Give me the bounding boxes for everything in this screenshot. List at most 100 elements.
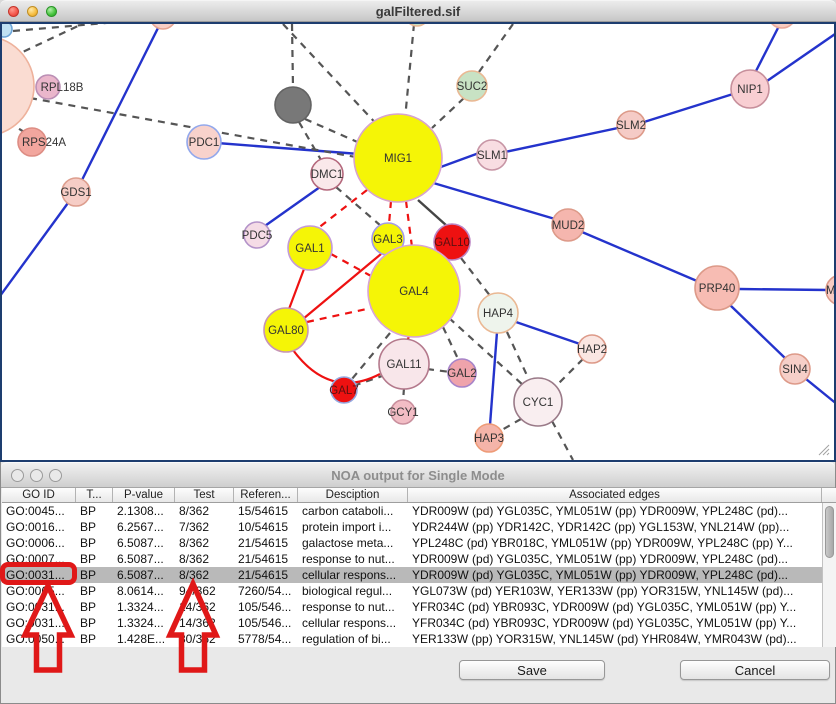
edge-pd-dashed [12, 25, 80, 57]
table-row[interactable]: GO:0045...BP2.1308...8/36215/54615carbon… [2, 503, 822, 519]
table-row-selected[interactable]: GO:0031...BP6.5087...8/36221/54615cellul… [2, 567, 822, 583]
edge-red [289, 269, 304, 309]
table-row[interactable]: GO:0050...BP1.428E...80/3625778/54...reg… [2, 631, 822, 647]
edge-pp-blue [262, 187, 320, 228]
node-cut-node-topleft[interactable] [0, 22, 12, 37]
table-row[interactable]: GO:0006...BP6.5087...8/36221/54615galact… [2, 535, 822, 551]
cell-go-id: GO:0016... [2, 519, 76, 535]
table-row[interactable]: GO:0016...BP6.2567...7/36210/54615protei… [2, 519, 822, 535]
node-label-nip1: NIP1 [737, 84, 763, 96]
graph-window-titlebar[interactable]: galFiltered.sif [0, 0, 836, 22]
edge-pd-dashed [552, 421, 573, 460]
node-gray-node[interactable] [275, 87, 311, 123]
edge-pd-dashed [299, 122, 321, 160]
cell-go-id: GO:0045... [2, 503, 76, 519]
cell-go-id: GO:0006... [2, 535, 76, 551]
cell-test: 8/362 [175, 567, 234, 583]
edge-red-dashed [331, 254, 371, 276]
cell-description: carbon cataboli... [298, 503, 408, 519]
node-label-slm1: SLM1 [477, 150, 507, 162]
node-cut-node-topright[interactable] [768, 22, 796, 28]
cell-go-id: GO:0031... [2, 599, 76, 615]
column-header-t[interactable]: T... [76, 488, 113, 502]
cell-p-value: 8.0614... [113, 583, 175, 599]
node-large-pink-node[interactable] [0, 36, 34, 136]
cell-test: 8/362 [175, 503, 234, 519]
cell-edges: YER133W (pp) YOR315W, YNL145W (pd) YHR08… [408, 631, 822, 647]
scrollbar-thumb[interactable] [825, 506, 834, 558]
cell-type: BP [76, 583, 113, 599]
column-header-p-value[interactable]: P-value [113, 488, 175, 502]
node-cut-node-top-green[interactable] [405, 22, 429, 26]
node-label-suc2: SUC2 [457, 81, 488, 93]
cell-test: 94/362 [175, 583, 234, 599]
noa-window-titlebar[interactable]: NOA output for Single Mode [1, 462, 835, 488]
cell-reference: 21/54615 [234, 535, 298, 551]
edge-pp-blue [516, 322, 580, 344]
cell-description: response to nut... [298, 551, 408, 567]
cell-go-id: GO:0065... [2, 583, 76, 599]
table-row[interactable]: GO:0007...BP6.5087...8/36221/54615respon… [2, 551, 822, 567]
cell-go-id: GO:0031... [2, 615, 76, 631]
table-row[interactable]: GO:0031...BP1.3324...14/362105/546...cel… [2, 615, 822, 631]
cancel-button[interactable]: Cancel [680, 660, 830, 680]
edge-pd-dashed [461, 258, 491, 297]
cell-reference: 105/546... [234, 615, 298, 631]
cell-reference: 21/54615 [234, 567, 298, 583]
cell-p-value: 1.3324... [113, 615, 175, 631]
cell-edges: YFR034C (pd) YBR093C, YDR009W (pd) YGL03… [408, 615, 822, 631]
cell-p-value: 1.3324... [113, 599, 175, 615]
network-canvas[interactable]: RPL18BRPS24AGDS1PDC1DMC1MIG1SUC2SLM1SLM2… [0, 22, 836, 462]
cell-edges: YFR034C (pd) YBR093C, YDR009W (pd) YGL03… [408, 599, 822, 615]
cell-type: BP [76, 503, 113, 519]
edge-pp-blue [806, 379, 836, 405]
table-row[interactable]: GO:0065...BP8.0614...94/3627260/54...bio… [2, 583, 822, 599]
node-label-pdc1: PDC1 [189, 137, 220, 149]
cell-go-id: GO:0031... [2, 567, 76, 583]
cell-description: galactose meta... [298, 535, 408, 551]
cell-type: BP [76, 535, 113, 551]
cell-p-value: 6.5087... [113, 551, 175, 567]
table-row[interactable]: GO:0031...BP1.3324...14/362105/546...res… [2, 599, 822, 615]
cell-type: BP [76, 567, 113, 583]
node-label-hap4: HAP4 [483, 308, 514, 320]
save-button[interactable]: Save [459, 660, 605, 680]
column-header-referen[interactable]: Referen... [234, 488, 298, 502]
edge-pp-blue [756, 26, 779, 71]
cell-test: 14/362 [175, 615, 234, 631]
cell-type: BP [76, 551, 113, 567]
cell-reference: 10/54615 [234, 519, 298, 535]
cell-description: regulation of bi... [298, 631, 408, 647]
cell-p-value: 6.2567... [113, 519, 175, 535]
cell-edges: YDR009W (pd) YGL035C, YML051W (pp) YDR00… [408, 567, 822, 583]
node-label-slm2: SLM2 [616, 120, 646, 132]
edge-pp-blue [490, 332, 497, 425]
edge-pd-dashed [479, 24, 513, 72]
node-label-rpl18b: RPL18B [41, 82, 84, 94]
edge-pd-dashed [443, 327, 459, 361]
cell-description: protein import i... [298, 519, 408, 535]
cell-reference: 7260/54... [234, 583, 298, 599]
graph-window: galFiltered.sif RPL18BRPS24AGDS1PDC1DMC1… [0, 0, 836, 462]
column-header-desciption[interactable]: Desciption [298, 488, 408, 502]
cell-go-id: GO:0007... [2, 551, 76, 567]
edge-pp-blue [430, 182, 555, 219]
column-header-test[interactable]: Test [175, 488, 234, 502]
node-label-sin4: SIN4 [782, 364, 808, 376]
edge-pp-blue [76, 22, 163, 192]
edge-pd-dashed [356, 375, 385, 385]
cell-p-value: 2.1308... [113, 503, 175, 519]
node-label-gal80: GAL80 [268, 325, 304, 337]
edge-pp-blue [505, 128, 618, 152]
cell-reference: 15/54615 [234, 503, 298, 519]
node-cut-node-top[interactable] [150, 22, 176, 29]
resize-grip[interactable] [819, 445, 832, 458]
table-scrollbar[interactable] [822, 503, 836, 647]
cell-type: BP [76, 519, 113, 535]
network-graph: RPL18BRPS24AGDS1PDC1DMC1MIG1SUC2SLM1SLM2… [0, 22, 836, 462]
edge-pp-blue [767, 32, 836, 81]
node-label-pdc5: PDC5 [242, 230, 273, 242]
column-header-associated-edges[interactable]: Associated edges [408, 488, 822, 502]
cell-edges: YDR009W (pd) YGL035C, YML051W (pp) YDR00… [408, 551, 822, 567]
column-header-go-id[interactable]: GO ID [2, 488, 76, 502]
